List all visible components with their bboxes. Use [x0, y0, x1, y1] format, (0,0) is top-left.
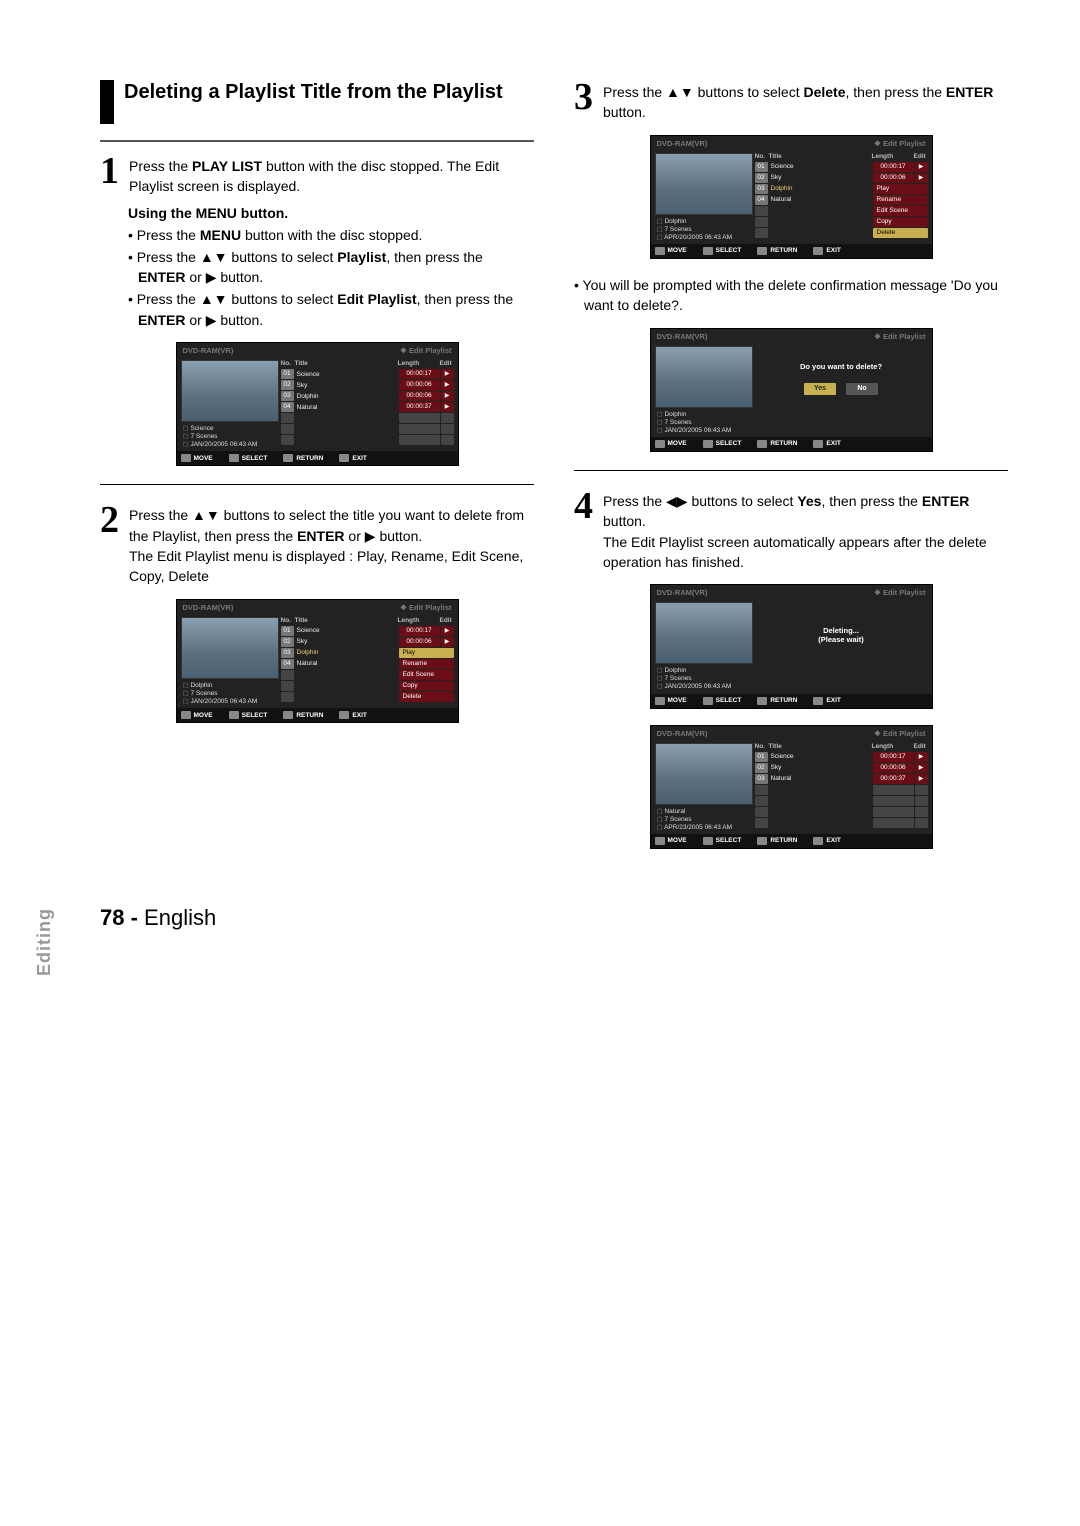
heading-title: Deleting a Playlist Title from the Playl… — [124, 80, 503, 104]
menu-rename[interactable]: Rename — [399, 659, 454, 669]
exit-button-icon — [339, 454, 349, 462]
osd-screenshot-2: DVD-RAM(VR)❖ Edit Playlist Dolphin 7 Sce… — [176, 599, 459, 723]
osd-screenshot-3: DVD-RAM(VR)❖ Edit Playlist Dolphin 7 Sce… — [650, 135, 933, 259]
dpad-icon — [655, 440, 665, 448]
section-heading: Deleting a Playlist Title from the Playl… — [100, 80, 534, 124]
dpad-icon — [181, 454, 191, 462]
thumbnail-image — [181, 360, 279, 422]
menu-delete[interactable]: Delete — [873, 228, 928, 238]
thumbnail-image — [655, 602, 753, 664]
dpad-icon — [655, 697, 665, 705]
select-button-icon — [703, 697, 713, 705]
note-text: You will be prompted with the delete con… — [574, 275, 1008, 316]
menu-steps-list: Press the MENU button with the disc stop… — [128, 225, 534, 330]
divider — [100, 484, 534, 485]
select-button-icon — [703, 247, 713, 255]
return-button-icon — [757, 247, 767, 255]
return-button-icon — [757, 697, 767, 705]
step-number: 4 — [574, 489, 593, 523]
osd-screenshot-deleting: DVD-RAM(VR)❖ Edit Playlist Dolphin 7 Sce… — [650, 584, 933, 708]
menu-copy[interactable]: Copy — [399, 681, 454, 691]
step-4: 4 Press the ◀▶ buttons to select Yes, th… — [574, 489, 1008, 572]
thumbnail-image — [655, 153, 753, 215]
page-footer: 78 - English — [100, 905, 1008, 931]
menu-delete[interactable]: Delete — [399, 692, 454, 702]
step-number: 3 — [574, 80, 593, 114]
menu-play[interactable]: Play — [873, 184, 928, 194]
thumbnail-image — [655, 743, 753, 805]
yes-button[interactable]: Yes — [804, 383, 836, 395]
page-number: 78 - — [100, 905, 138, 930]
divider — [100, 140, 534, 142]
step-2: 2 Press the ▲▼ buttons to select the tit… — [100, 503, 534, 586]
return-button-icon — [757, 440, 767, 448]
select-button-icon — [703, 440, 713, 448]
osd-screenshot-1: DVD-RAM(VR)❖ Edit Playlist Science 7 Sce… — [176, 342, 459, 466]
exit-button-icon — [813, 837, 823, 845]
step-number: 1 — [100, 154, 119, 188]
confirm-message: Do you want to delete? — [755, 344, 928, 377]
menu-play[interactable]: Play — [399, 648, 454, 658]
menu-rename[interactable]: Rename — [873, 195, 928, 205]
menu-copy[interactable]: Copy — [873, 217, 928, 227]
dpad-icon — [655, 247, 665, 255]
exit-button-icon — [813, 440, 823, 448]
divider — [574, 470, 1008, 471]
osd-screenshot-confirm: DVD-RAM(VR)❖ Edit Playlist Dolphin 7 Sce… — [650, 328, 933, 452]
page-language: English — [144, 905, 216, 930]
exit-button-icon — [813, 697, 823, 705]
step-1: 1 Press the PLAY LIST button with the di… — [100, 154, 534, 197]
sub-heading: Using the MENU button. — [128, 205, 534, 221]
select-button-icon — [703, 837, 713, 845]
exit-button-icon — [813, 247, 823, 255]
step-number: 2 — [100, 503, 119, 537]
menu-edit-scene[interactable]: Edit Scene — [873, 206, 928, 216]
exit-button-icon — [339, 711, 349, 719]
step-3: 3 Press the ▲▼ buttons to select Delete,… — [574, 80, 1008, 123]
dpad-icon — [655, 837, 665, 845]
side-tab-label: Editing — [34, 908, 55, 976]
osd-screenshot-after: DVD-RAM(VR)❖ Edit Playlist Natural 7 Sce… — [650, 725, 933, 849]
deleting-message: Deleting... (Please wait) — [755, 600, 928, 650]
menu-edit-scene[interactable]: Edit Scene — [399, 670, 454, 680]
thumbnail-image — [655, 346, 753, 408]
return-button-icon — [757, 837, 767, 845]
no-button[interactable]: No — [846, 383, 878, 395]
return-button-icon — [283, 711, 293, 719]
select-button-icon — [229, 711, 239, 719]
thumbnail-image — [181, 617, 279, 679]
return-button-icon — [283, 454, 293, 462]
dpad-icon — [181, 711, 191, 719]
select-button-icon — [229, 454, 239, 462]
heading-bar — [100, 80, 114, 124]
